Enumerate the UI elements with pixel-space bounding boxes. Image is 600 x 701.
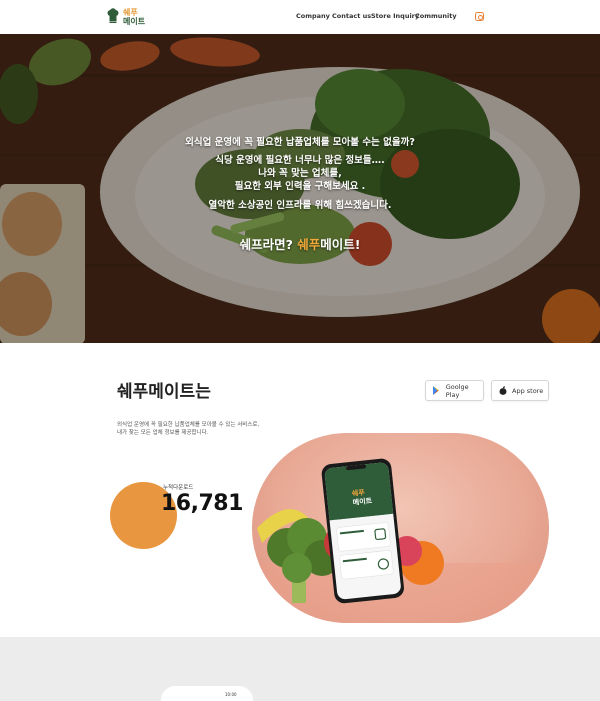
description-line: 내가 찾는 모든 업체 정보를 제공합니다.	[117, 430, 209, 436]
status-bar-time: 10:00	[225, 692, 237, 697]
hero-mission: 열악한 소상공인 인프라를 위해 힘쓰겠습니다.	[208, 200, 392, 211]
phone-mockup-illustration: 쉐푸 메이트	[252, 458, 549, 623]
hero-body-line: 나와 꼭 맞는 업체를,	[258, 168, 342, 179]
hero-cta-prefix: 쉐프라면?	[239, 237, 298, 252]
hero-body-line: 필요한 외부 인력을 구해보세요 .	[234, 181, 366, 192]
download-count: 16,781	[161, 491, 243, 516]
hero-body-line: 식당 운영에 필요한 너무나 많은 정보들….	[215, 155, 385, 166]
description-line: 외식업 운영에 꼭 필요한 납품업체를 모아볼 수 있는 서비스로,	[117, 422, 260, 428]
hero-cta: 쉐프라면? 쉐푸메이트!	[0, 234, 600, 253]
nav-store-inquiry[interactable]: Store Inquiry	[371, 12, 419, 20]
next-section	[0, 637, 600, 701]
nav-company[interactable]: Company	[296, 12, 330, 20]
nav-community[interactable]: Community	[415, 12, 457, 20]
logo[interactable]: 쉐푸 메이트	[107, 6, 151, 30]
google-play-label: Goolge Play	[445, 382, 469, 399]
hero-body: 식당 운영에 필요한 너무나 많은 정보들…. 나와 꼭 맞는 업체를, 필요한…	[0, 154, 600, 193]
hero-cta-suffix: 메이트!	[320, 237, 361, 252]
app-store-button[interactable]: App store	[491, 380, 549, 401]
nav-contact-us[interactable]: Contact us	[332, 12, 371, 20]
hero-headline: 외식업 운영에 꼭 필요한 납품업체를 모아볼 수는 없을까?	[185, 137, 415, 148]
hero-banner: 외식업 운영에 꼭 필요한 납품업체를 모아볼 수는 없을까? 식당 운영에 필…	[0, 34, 600, 343]
google-play-button[interactable]: Goolge Play	[425, 380, 484, 401]
hero-cta-accent: 쉐푸	[297, 237, 321, 252]
google-play-icon	[433, 386, 439, 395]
section-title: 쉐푸메이트는	[117, 382, 211, 402]
app-preview-image: 쉐푸 메이트	[252, 433, 549, 623]
chef-hat-icon	[107, 8, 119, 23]
download-label: 누적다운로드	[163, 485, 194, 491]
header: 쉐푸 메이트 Company Contact us Store Inquiry C…	[0, 0, 600, 34]
instagram-icon[interactable]	[475, 12, 484, 21]
section-description: 외식업 운영에 꼭 필요한 납품업체를 모아볼 수 있는 서비스로, 내가 찾는…	[117, 421, 307, 437]
phone-preview-top	[161, 686, 253, 701]
logo-text: 쉐푸 메이트	[123, 8, 146, 26]
phone-app-logo-line1: 쉐푸	[351, 488, 365, 498]
apple-icon	[499, 386, 507, 395]
app-store-label: App store	[512, 386, 544, 395]
